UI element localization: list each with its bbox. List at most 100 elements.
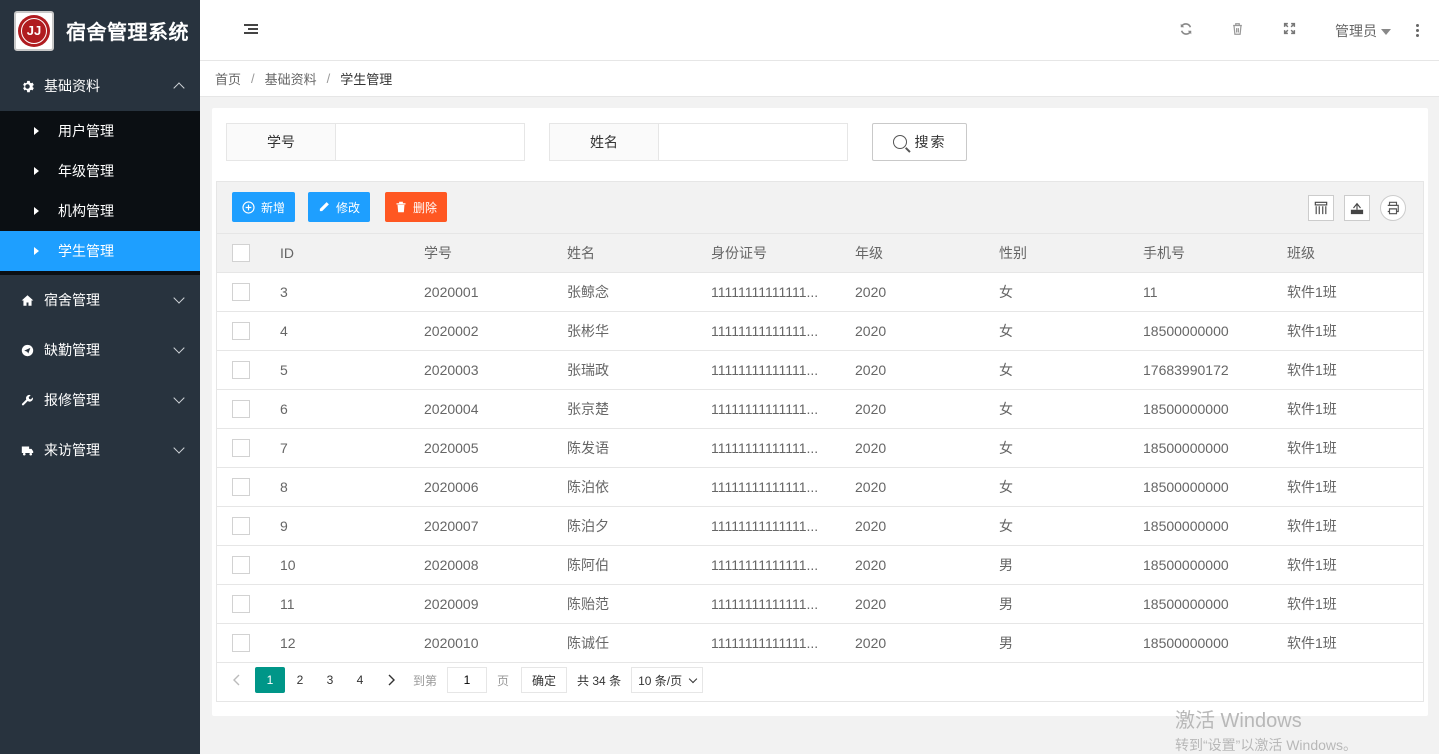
cell-student-no: 2020007 [409,506,552,546]
next-page-icon[interactable] [385,673,399,687]
search-form: 学号 姓名 [226,123,848,161]
table-row[interactable]: 4 2020002 张彬华 11111111111111... 2020 女 1850000… [217,311,1423,351]
sidebar-group-basic[interactable]: 基础资料 [0,61,200,111]
row-checkbox-cell [217,506,265,546]
page-size-select[interactable]: 10 条/页 [631,667,704,693]
row-checkbox-cell [217,584,265,624]
user-menu[interactable]: 管理员 [1335,21,1391,41]
column-header[interactable]: 性别 [984,234,1128,273]
page-button[interactable]: 3 [315,667,345,693]
column-header[interactable]: 身份证号 [696,234,840,273]
search-button-label: 搜索 [914,134,947,150]
table-row[interactable]: 5 2020003 张瑞政 11111111111111... 2020 女 1768399… [217,350,1423,390]
page-button[interactable]: 2 [285,667,315,693]
cell-student-no: 2020001 [409,272,552,312]
row-checkbox[interactable] [232,360,250,379]
menu-toggle-icon[interactable] [244,24,258,36]
goto-page-input[interactable] [447,667,488,693]
row-checkbox[interactable] [232,282,250,301]
refresh-icon[interactable] [1178,22,1194,38]
table-row[interactable]: 8 2020006 陈泊依 11111111111111... 2020 女 1850000… [217,467,1423,507]
cell-name: 张瑞政 [552,350,696,390]
truck-icon [20,443,34,457]
select-all-checkbox[interactable] [232,243,250,262]
sidebar-group-absence[interactable]: 缺勤管理 [0,325,200,375]
row-checkbox[interactable] [232,633,250,652]
columns-filter-icon[interactable] [1308,195,1334,221]
cell-id: 8 [265,467,409,507]
sidebar-item-students[interactable]: 学生管理 [0,231,200,271]
sidebar-group-label: 来访管理 [44,442,100,458]
breadcrumb-home[interactable]: 首页 [215,69,241,88]
cell-id-card: 11111111111111... [696,389,840,429]
sidebar-item-orgs[interactable]: 机构管理 [0,191,200,231]
print-icon[interactable] [1380,195,1406,221]
name-label: 姓名 [550,124,659,160]
row-checkbox[interactable] [232,321,250,340]
logo-seal: JJ [18,14,50,47]
table-row[interactable]: 3 2020001 张鲸念 11111111111111... 2020 女 11 软件1班 [217,272,1423,312]
cell-phone: 18500000000 [1128,545,1272,585]
fullscreen-icon[interactable] [1281,22,1297,38]
cell-id-card: 11111111111111... [696,311,840,351]
column-header[interactable]: ID [265,234,409,273]
page-button[interactable]: 4 [345,667,375,693]
sidebar-group-repair[interactable]: 报修管理 [0,375,200,425]
more-vertical-icon[interactable] [1416,24,1420,39]
goto-confirm-button[interactable]: 确定 [521,667,568,693]
trash-icon[interactable] [1229,22,1245,38]
cell-id: 5 [265,350,409,390]
row-checkbox[interactable] [232,555,250,574]
edit-button[interactable]: 修改 [308,192,371,222]
sidebar-item-users[interactable]: 用户管理 [0,111,200,151]
add-button[interactable]: 新增 [232,192,296,222]
breadcrumb: 首页 / 基础资料 / 学生管理 [200,61,1439,97]
chevron-down-icon [173,442,185,454]
sidebar-item-grades[interactable]: 年级管理 [0,151,200,191]
cell-id-card: 11111111111111... [696,545,840,585]
name-input[interactable] [659,124,847,160]
cell-name: 陈泊依 [552,467,696,507]
cell-student-no: 2020002 [409,311,552,351]
column-header[interactable]: 年级 [840,234,984,273]
logo-bar: JJ 宿舍管理系统 [0,0,200,61]
table-row[interactable]: 11 2020009 陈贻范 11111111111111... 2020 男 185000… [217,584,1423,624]
row-checkbox[interactable] [232,516,250,535]
row-checkbox[interactable] [232,477,250,496]
sidebar-group-visitor[interactable]: 来访管理 [0,425,200,475]
sidebar-group-dorm[interactable]: 宿舍管理 [0,275,200,325]
row-checkbox[interactable] [232,399,250,418]
row-checkbox[interactable] [232,438,250,457]
table-body: 3 2020001 张鲸念 11111111111111... 2020 女 11 软件1班 4… [217,272,1423,663]
table-row[interactable]: 10 2020008 陈阿伯 11111111111111... 2020 男 185000… [217,545,1423,585]
column-header[interactable]: 学号 [409,234,552,273]
goto-suffix: 页 [497,673,510,688]
prev-page-icon[interactable] [229,673,243,687]
cell-grade: 2020 [840,467,984,507]
breadcrumb-section[interactable]: 基础资料 [265,69,317,88]
table-row[interactable]: 9 2020007 陈泊夕 11111111111111... 2020 女 1850000… [217,506,1423,546]
table-row[interactable]: 6 2020004 张京楚 11111111111111... 2020 女 1850000… [217,389,1423,429]
sidebar-group-label: 基础资料 [44,78,100,94]
pagination: 1 2 3 4 到第 页 确定 共 34 条 10 条/页 [217,659,1423,701]
row-checkbox[interactable] [232,594,250,613]
cell-gender: 女 [984,467,1128,507]
search-button[interactable]: 搜索 [872,123,967,161]
cell-gender: 女 [984,506,1128,546]
cell-phone: 18500000000 [1128,389,1272,429]
data-table: 新增 修改 删除 ID 学号 姓名 身份证号 年级 性别 手机号 班级 3 20… [216,181,1424,702]
table-row[interactable]: 7 2020005 陈发语 11111111111111... 2020 女 1850000… [217,428,1423,468]
column-header[interactable]: 姓名 [552,234,696,273]
table-row[interactable]: 12 2020010 陈诚任 11111111111111... 2020 男 185000… [217,623,1423,663]
sidebar-group-label: 报修管理 [44,392,100,408]
cell-student-no: 2020003 [409,350,552,390]
delete-button[interactable]: 删除 [385,192,448,222]
row-checkbox-cell [217,389,265,429]
page-button[interactable]: 1 [255,667,285,693]
cell-grade: 2020 [840,545,984,585]
cell-name: 陈贻范 [552,584,696,624]
export-icon[interactable] [1344,195,1370,221]
student-no-input[interactable] [336,124,524,160]
column-header[interactable]: 班级 [1272,234,1423,273]
column-header[interactable]: 手机号 [1128,234,1272,273]
